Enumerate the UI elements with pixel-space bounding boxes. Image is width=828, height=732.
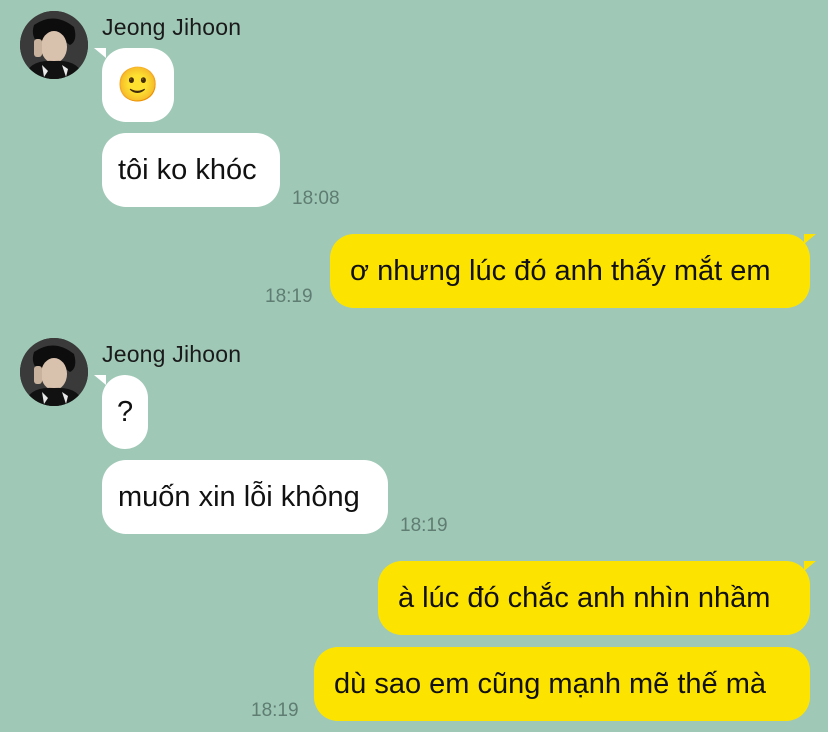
outgoing-message-bubble[interactable]: à lúc đó chắc anh nhìn nhầm bbox=[378, 561, 810, 635]
incoming-message-bubble[interactable]: muốn xin lỗi không bbox=[102, 460, 388, 534]
incoming-message-bubble[interactable]: tôi ko khóc bbox=[102, 133, 280, 207]
message-timestamp: 18:19 bbox=[400, 515, 448, 536]
bubble-tail bbox=[94, 48, 106, 58]
message-text: ? bbox=[116, 395, 134, 428]
bubble-tail bbox=[804, 561, 816, 571]
bubble-tail bbox=[804, 234, 816, 244]
message-text: muốn xin lỗi không bbox=[118, 480, 360, 513]
sender-avatar[interactable] bbox=[20, 338, 88, 406]
bubble-tail bbox=[94, 375, 106, 385]
outgoing-message-bubble[interactable]: ơ nhưng lúc đó anh thấy mắt em bbox=[330, 234, 810, 308]
message-timestamp: 18:08 bbox=[292, 188, 340, 209]
profile-photo-icon bbox=[20, 11, 88, 79]
message-text: à lúc đó chắc anh nhìn nhầm bbox=[398, 581, 771, 614]
incoming-message-bubble[interactable]: ? bbox=[102, 375, 148, 449]
outgoing-message-bubble[interactable]: dù sao em cũng mạnh mẽ thế mà bbox=[314, 647, 810, 721]
message-text: ơ nhưng lúc đó anh thấy mắt em bbox=[350, 254, 771, 287]
sender-avatar[interactable] bbox=[20, 11, 88, 79]
incoming-message-bubble[interactable]: 🙂 bbox=[102, 48, 174, 122]
profile-photo-icon bbox=[20, 338, 88, 406]
sender-name: Jeong Jihoon bbox=[102, 341, 242, 367]
message-text: dù sao em cũng mạnh mẽ thế mà bbox=[334, 667, 767, 700]
message-text: tôi ko khóc bbox=[118, 153, 257, 186]
message-timestamp: 18:19 bbox=[265, 286, 313, 307]
message-timestamp: 18:19 bbox=[251, 700, 299, 721]
sender-name: Jeong Jihoon bbox=[102, 14, 242, 40]
smiley-emoji: 🙂 bbox=[116, 66, 160, 104]
